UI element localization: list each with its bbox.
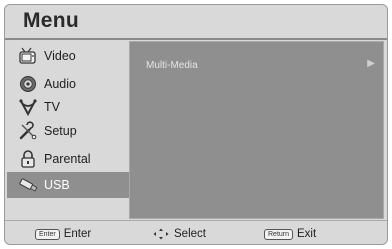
enter-key-icon: Enter [35,228,60,240]
hint-select-label: Select [174,228,206,240]
sidebar-item-label: Audio [44,77,76,91]
hint-enter: Enter Enter [35,225,91,243]
sidebar-item-label: TV [44,100,60,114]
sidebar-item-parental[interactable]: Parental [7,146,129,172]
sidebar-item-video[interactable]: Video [7,43,129,69]
hint-exit-label: Exit [297,228,317,240]
sidebar-item-tv[interactable]: TV [7,94,129,120]
sidebar: Video Audio TV Setup Parental USB [7,41,129,221]
footer-hints: Enter Enter Select Return Exit [5,225,387,244]
submenu-panel: Multi-Media ▶ [129,41,384,219]
hint-enter-label: Enter [63,228,92,240]
sidebar-item-label: USB [44,178,70,192]
tools-setup-icon [17,121,39,141]
menu-window: Menu Video Audio TV Setup Parental USB M… [4,4,388,245]
tv-video-icon [17,46,39,66]
submenu-item-multi-media[interactable]: Multi-Media ▶ [146,58,375,74]
antenna-tv-icon [17,97,39,117]
menu-title: Menu [23,9,80,32]
sidebar-item-label: Setup [44,124,77,138]
hint-select: Select [153,225,206,243]
return-key-icon: Return [264,228,294,240]
sidebar-item-label: Parental [44,152,91,166]
sidebar-item-usb[interactable]: USB [7,172,129,198]
hint-exit: Return Exit [264,225,316,243]
footer-divider [5,220,387,221]
padlock-icon [17,149,39,169]
sidebar-item-label: Video [44,49,76,63]
navigation-arrows-icon [153,228,169,240]
submenu-arrow-icon: ▶ [367,58,375,69]
sidebar-item-setup[interactable]: Setup [7,118,129,144]
usb-stick-icon [17,175,39,195]
submenu-item-label: Multi-Media [146,60,198,71]
speaker-audio-icon [17,74,39,94]
title-divider [5,38,387,40]
